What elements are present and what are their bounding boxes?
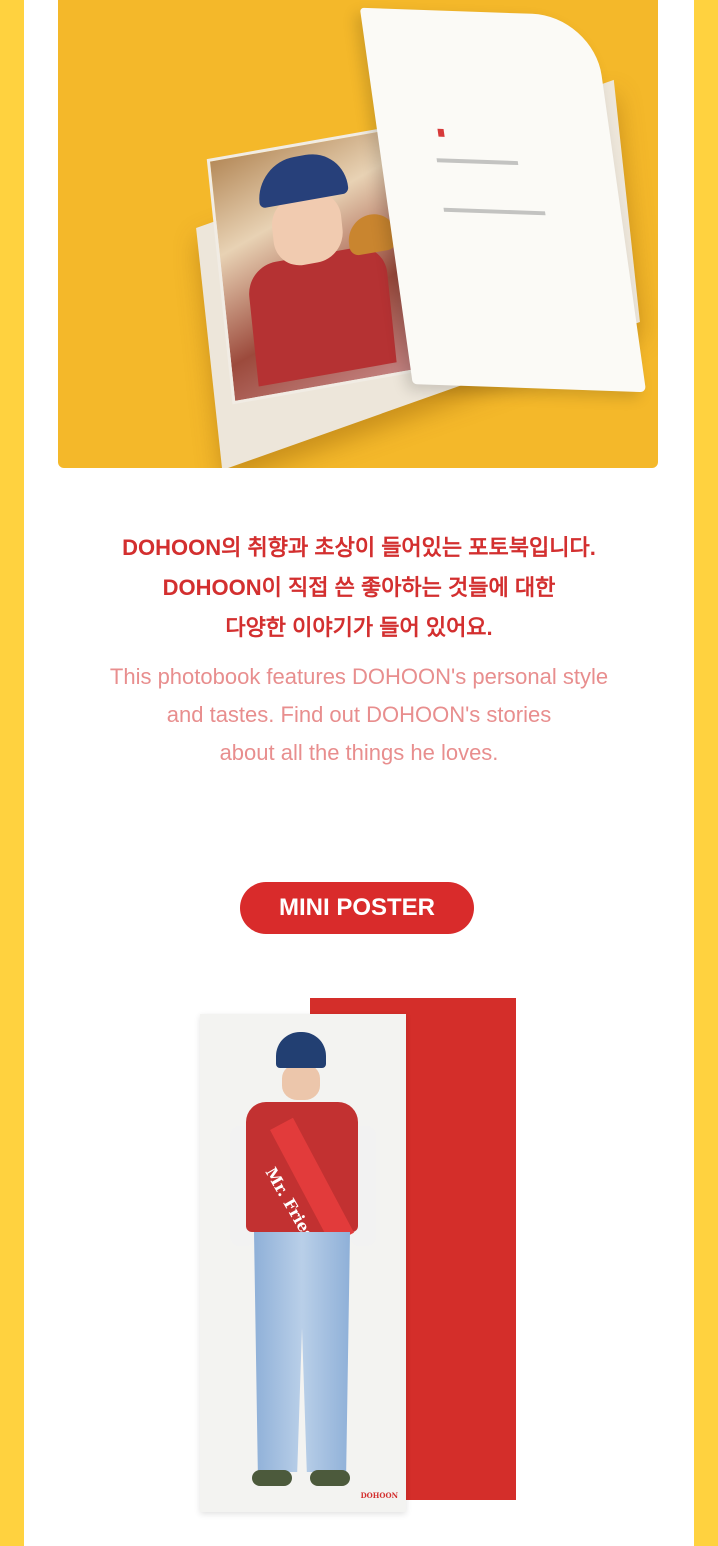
jacket-shape — [246, 242, 397, 387]
poster-face — [282, 1064, 320, 1100]
description-korean-line: 다양한 이야기가 들어 있어요. — [225, 615, 493, 640]
description-english-line: This photobook features DOHOON's persona… — [109, 664, 609, 689]
poster-jeans — [254, 1232, 350, 1472]
mini-poster-label: MINI POSTER — [240, 882, 474, 934]
beanie-shape — [255, 148, 349, 209]
photobook-image — [58, 0, 658, 468]
description-english-line: and tastes. Find out DOHOON's stories — [166, 702, 552, 727]
description-korean: DOHOON의 취향과 초상이 들어있는 포토북입니다. DOHOON이 직접 … — [24, 528, 694, 648]
photobook-description: DOHOON의 취향과 초상이 들어있는 포토북입니다. DOHOON이 직접 … — [24, 528, 694, 772]
description-korean-line: DOHOON의 취향과 초상이 들어있는 포토북입니다. — [122, 535, 596, 560]
poster-logo: DOHOON — [360, 1491, 398, 1500]
page-mark-icon — [437, 128, 445, 137]
poster-beanie — [276, 1032, 326, 1068]
description-korean-line: DOHOON이 직접 쓴 좋아하는 것들에 대한 — [162, 575, 556, 600]
page-text-line — [443, 207, 546, 216]
mini-poster-front: Mr. Fries DOHOON — [200, 1014, 406, 1512]
page-text-line — [436, 158, 519, 166]
content-frame: DOHOON의 취향과 초상이 들어있는 포토북입니다. DOHOON이 직접 … — [24, 0, 694, 1546]
poster-shoe-left — [252, 1470, 292, 1486]
poster-shoe-right — [310, 1470, 350, 1486]
description-english: This photobook features DOHOON's persona… — [24, 658, 694, 772]
description-english-line: about all the things he loves. — [219, 740, 499, 765]
